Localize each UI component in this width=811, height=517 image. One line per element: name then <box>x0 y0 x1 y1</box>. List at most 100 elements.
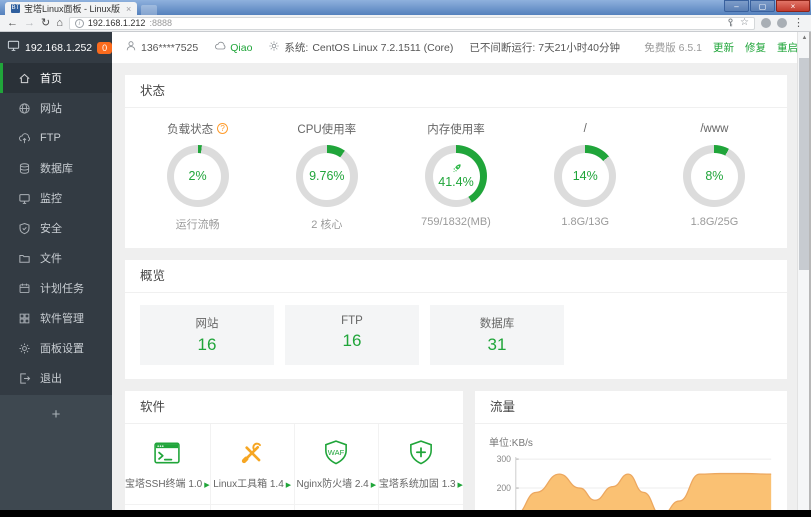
main-content: 状态 负载状态? 2% 运行流畅 CPU使用率 9.76% 2 核心 内存使用率… <box>112 63 811 516</box>
gauge-subtext: 1.8G/25G <box>690 216 739 228</box>
browser-window: BT 宝塔Linux面板 - Linux版 × – ▢ × ← → ↻ ⌂ i … <box>0 0 811 517</box>
home-button[interactable]: ⌂ <box>56 17 63 29</box>
scrollbar-up-icon[interactable]: ▲ <box>798 32 811 44</box>
monitor-icon <box>18 192 31 205</box>
software-item-terminal[interactable]: 宝塔SSH终端 1.0 ▶ <box>125 424 211 505</box>
sidebar-item-database[interactable]: 数据库 <box>0 153 112 183</box>
gauge-donut: 9.76% <box>295 145 358 207</box>
overview-card-网站[interactable]: 网站 16 <box>140 305 274 365</box>
page-scrollbar[interactable]: ▲ <box>797 32 811 510</box>
card-value: 16 <box>342 331 362 350</box>
extension-icon[interactable] <box>777 18 787 28</box>
sidebar-item-site[interactable]: 网站 <box>0 93 112 123</box>
overview-card-数据库[interactable]: 数据库 31 <box>430 305 564 365</box>
window-bottom-edge <box>0 510 811 517</box>
software-item-toolbox[interactable]: Linux工具箱 1.4 ▶ <box>210 424 295 505</box>
card-value: 16 <box>197 335 217 354</box>
window-maximize-button[interactable]: ▢ <box>750 0 775 12</box>
window-controls: – ▢ × <box>724 0 810 12</box>
address-bar[interactable]: i 192.168.1.212:8888 ☆ <box>68 16 755 30</box>
message-count-badge[interactable]: 0 <box>97 41 113 54</box>
software-panel: 软件 宝塔SSH终端 1.0 ▶ Linux工具箱 1.4 ▶ WAF Ngin… <box>125 391 463 516</box>
status-panel: 状态 负载状态? 2% 运行流畅 CPU使用率 9.76% 2 核心 内存使用率… <box>125 75 787 248</box>
overview-panel: 概览 网站 16 FTP 16 数据库 31 <box>125 260 787 379</box>
gauge-value: 2% <box>188 169 207 183</box>
card-label: 网站 <box>195 318 219 330</box>
update-link[interactable]: 更新 <box>713 42 734 54</box>
reload-button[interactable]: ↻ <box>41 17 50 29</box>
gauge-subtext: 1.8G/13G <box>561 216 610 228</box>
sidebar-item-settings[interactable]: 面板设置 <box>0 333 112 363</box>
new-tab-button[interactable] <box>141 5 158 15</box>
panel-topbar-info: 136****7525 Qiao 系统: CentOS Linux 7.2.15… <box>112 32 811 63</box>
sidebar-item-label: 数据库 <box>40 163 73 175</box>
terminal-icon <box>152 438 182 468</box>
tab-close-icon[interactable]: × <box>126 4 131 14</box>
gauge-title: CPU使用率 <box>297 123 357 136</box>
security-icon <box>18 222 31 235</box>
sidebar-item-monitor[interactable]: 监控 <box>0 183 112 213</box>
repair-link[interactable]: 修复 <box>745 42 766 54</box>
svg-text:300: 300 <box>497 454 511 464</box>
browser-menu-icon[interactable]: ⋮ <box>793 17 804 29</box>
status-gauge: 内存使用率 41.4% 759/1832(MB) <box>391 121 520 232</box>
status-gauge: 负载状态? 2% 运行流畅 <box>133 121 262 232</box>
gauge-value: 14% <box>572 169 598 183</box>
gear-icon <box>268 40 280 55</box>
status-gauge: CPU使用率 9.76% 2 核心 <box>262 121 391 232</box>
restart-link[interactable]: 重启 <box>777 42 798 54</box>
ftp-icon <box>18 132 31 145</box>
gauge-donut: 8% <box>683 145 746 207</box>
cron-icon <box>18 282 31 295</box>
gauge-donut: 41.4% <box>425 145 487 207</box>
browser-toolbar: ← → ↻ ⌂ i 192.168.1.212:8888 ☆ ⋮ <box>0 15 811 32</box>
sidebar-item-label: 网站 <box>40 103 62 115</box>
user-icon <box>125 40 137 55</box>
help-icon[interactable]: ? <box>217 123 229 134</box>
system-item: 系统: CentOS Linux 7.2.1511 (Core) <box>268 40 453 55</box>
overview-panel-title: 概览 <box>125 260 787 293</box>
arrow-right-icon: ▶ <box>368 482 377 489</box>
svg-text:WAF: WAF <box>328 448 345 457</box>
system-value: CentOS Linux 7.2.1511 (Core) <box>312 41 454 54</box>
software-item-waf[interactable]: WAF Nginx防火墙 2.4 ▶ <box>294 424 379 505</box>
sidebar-item-cron[interactable]: 计划任务 <box>0 273 112 303</box>
favicon-icon: BT <box>11 4 20 13</box>
sidebar-item-ftp[interactable]: FTP <box>0 123 112 153</box>
gauge-title: /www <box>700 122 729 135</box>
software-item-shield_plus[interactable]: 宝塔系统加固 1.3 ▶ <box>378 424 463 505</box>
version-text: 免费版 6.5.1 <box>644 42 702 54</box>
shield_plus-icon <box>406 438 436 468</box>
account-item[interactable]: Qiao <box>214 40 252 55</box>
sidebar-item-label: 文件 <box>40 253 62 265</box>
panel-topbar: 192.168.1.252 0 136****7525 Qiao 系统: Cen… <box>0 32 811 63</box>
sidebar-item-security[interactable]: 安全 <box>0 213 112 243</box>
scrollbar-thumb[interactable] <box>799 58 809 270</box>
sidebar-item-files[interactable]: 文件 <box>0 243 112 273</box>
overview-card-FTP[interactable]: FTP 16 <box>285 305 419 365</box>
phone-number: 136****7525 <box>141 41 199 54</box>
database-icon <box>18 162 31 175</box>
window-close-button[interactable]: × <box>776 0 810 12</box>
sidebar-item-home[interactable]: 首页 <box>0 63 112 93</box>
sidebar-item-soft[interactable]: 软件管理 <box>0 303 112 333</box>
account-name: Qiao <box>230 41 253 54</box>
site-icon <box>18 102 31 115</box>
key-icon[interactable] <box>726 17 735 29</box>
gauge-title: / <box>583 122 587 135</box>
back-button[interactable]: ← <box>7 17 18 29</box>
forward-button[interactable]: → <box>24 17 35 29</box>
traffic-panel-title: 流量 <box>475 391 787 424</box>
sidebar-add-button[interactable]: + <box>0 395 112 423</box>
bookmark-star-icon[interactable]: ☆ <box>740 18 749 28</box>
window-minimize-button[interactable]: – <box>724 0 749 12</box>
sidebar-item-logout[interactable]: 退出 <box>0 363 112 393</box>
phone-item[interactable]: 136****7525 <box>125 40 198 55</box>
page-info-icon[interactable]: i <box>74 18 84 28</box>
waf-icon: WAF <box>321 438 351 468</box>
extension-icon[interactable] <box>761 18 771 28</box>
sidebar-item-label: 退出 <box>40 373 62 385</box>
sidebar-item-label: 首页 <box>40 73 62 85</box>
arrow-right-icon: ▶ <box>283 482 292 489</box>
browser-tab[interactable]: BT 宝塔Linux面板 - Linux版 × <box>5 2 138 15</box>
